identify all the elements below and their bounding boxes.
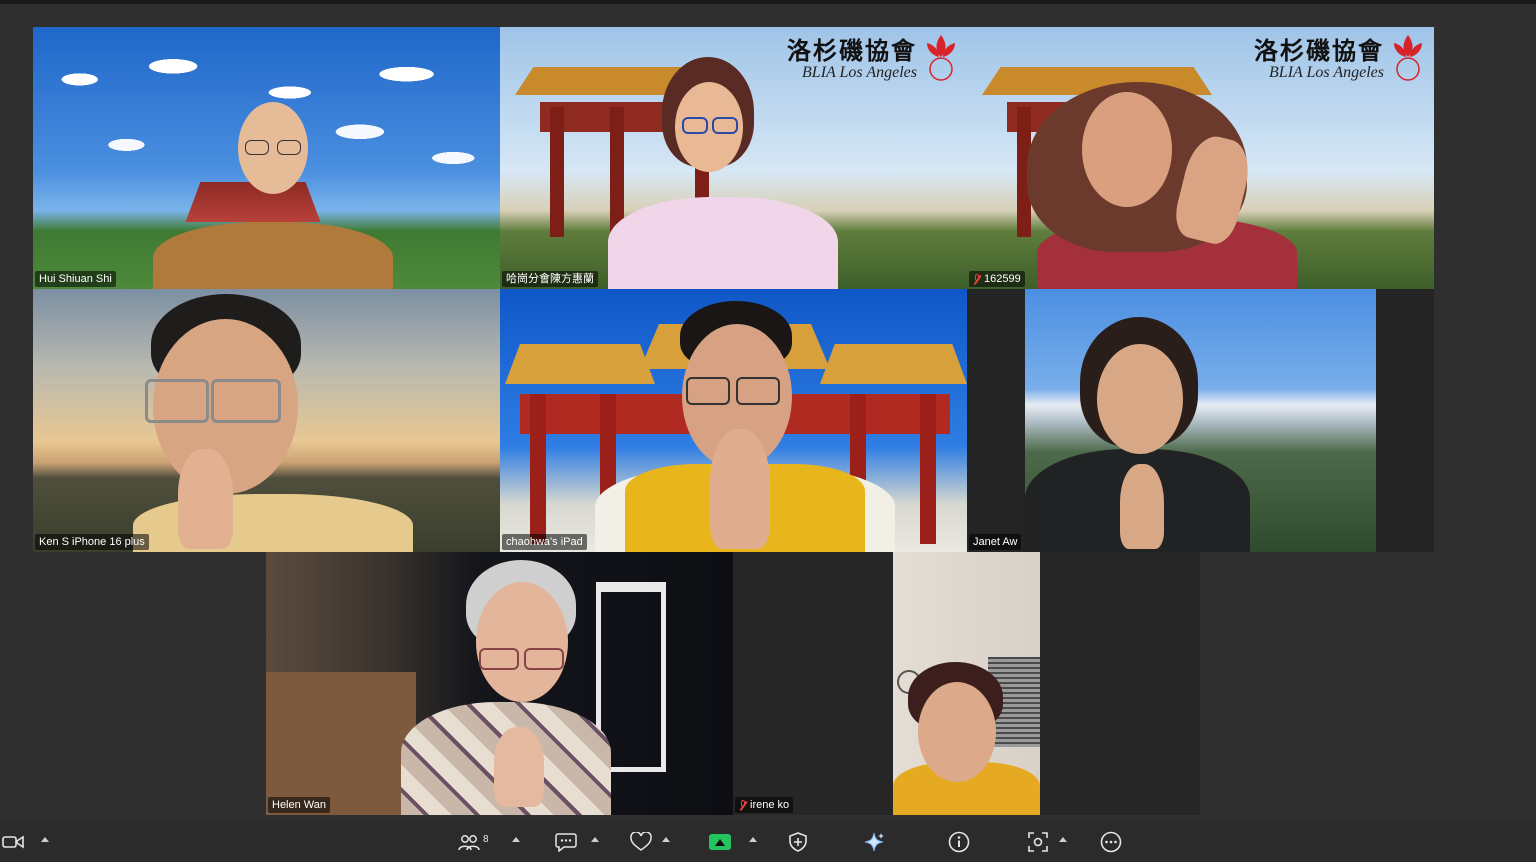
meeting-toolbar: 8 [0,820,1536,862]
eyeglasses-icon [682,117,708,134]
reactions-options-caret[interactable] [662,837,670,842]
mic-muted-icon [739,799,747,811]
video-feed [1025,289,1376,552]
desk [266,672,416,815]
share-options-caret[interactable] [749,837,757,842]
more-icon [1100,831,1122,853]
participant-name-label: Helen Wan [268,797,331,813]
more-button[interactable] [1100,831,1122,853]
blia-watermark: 洛杉磯協會 BLIA Los Angeles [787,31,961,82]
participants-options-caret[interactable] [512,837,520,842]
security-icon [789,832,807,852]
person-head [476,582,568,702]
video-tile-helen-wan[interactable]: Helen Wan [266,552,733,815]
apps-options-caret[interactable] [1059,837,1067,842]
ai-companion-button[interactable] [863,832,885,852]
person-robe [153,222,393,289]
video-options-caret[interactable] [41,837,49,842]
security-button[interactable] [789,832,807,852]
participant-name-label: 哈崗分會陳方惠蘭 [502,271,598,287]
participant-name-label: Ken S iPhone 16 plus [35,534,149,550]
eyeglasses-icon [211,379,281,423]
watermark-english-text: BLIA Los Angeles [1269,64,1384,81]
praying-hands [1120,464,1164,549]
apps-button[interactable] [1027,832,1049,852]
participants-count: 8 [483,833,489,845]
person-head [918,682,996,782]
eyeglasses-icon [686,377,730,405]
participant-name-label: chaohwa's iPad [502,534,587,550]
eyeglasses-icon [479,648,519,670]
praying-hands [710,429,770,549]
participants-button[interactable]: 8 [458,832,489,852]
praying-hands [178,449,233,549]
mic-muted-icon [973,273,981,285]
video-tile-irene-ko[interactable]: irene ko [733,552,1200,815]
react-icon [630,832,652,851]
video-tile-chen-fang-huilan[interactable]: 洛杉磯協會 BLIA Los Angeles 哈崗分會陳方惠蘭 [500,27,967,289]
person-cardigan [608,197,838,289]
video-tile-hui-shiuan-shi[interactable]: Hui Shiuan Shi [33,27,500,289]
person-head [1082,92,1172,207]
reactions-button[interactable] [630,832,652,852]
ai-companion-icon [864,832,884,852]
eyeglasses-icon [277,140,301,155]
lotus-logo-icon [1394,35,1422,81]
watermark-chinese-text: 洛杉磯協會 [1254,36,1384,65]
person-shirt [133,494,413,552]
video-icon [2,835,24,849]
praying-hands [494,727,544,807]
eyeglasses-icon [245,140,269,155]
video-feed [893,552,1040,815]
eyeglasses-icon [524,648,564,670]
video-tile-162599[interactable]: 洛杉磯協會 BLIA Los Angeles 162599 [967,27,1434,289]
video-gallery: Hui Shiuan Shi 洛杉磯協會 BLIA Los Angeles 哈崗… [0,0,1536,820]
share-screen-button[interactable] [709,832,731,852]
chat-button[interactable] [555,832,577,852]
participants-icon [458,835,480,851]
lotus-logo-icon [927,35,955,81]
video-tile-ken-s[interactable]: Ken S iPhone 16 plus [33,289,500,552]
apps-icon [1028,832,1048,852]
watermark-english-text: BLIA Los Angeles [802,64,917,81]
video-tile-janet-aw[interactable]: Janet Aw [967,289,1434,552]
chat-icon [555,833,577,852]
eyeglasses-icon [736,377,780,405]
info-button[interactable] [948,831,970,853]
watermark-chinese-text: 洛杉磯協會 [787,36,917,65]
participant-name-label: Janet Aw [969,534,1022,550]
info-icon [948,831,970,853]
participant-name-label: Hui Shiuan Shi [35,271,116,287]
blia-watermark: 洛杉磯協會 BLIA Los Angeles [1254,31,1428,82]
temple-roof [185,182,321,222]
video-tile-chaohwa-ipad[interactable]: chaohwa's iPad [500,289,967,552]
person-head [1097,344,1183,454]
participant-name-label: 162599 [969,271,1025,287]
eyeglasses-icon [145,379,209,423]
video-button[interactable] [2,832,24,852]
participant-name-label: irene ko [735,797,794,813]
share-screen-icon [709,834,731,850]
eyeglasses-icon [712,117,738,134]
chat-options-caret[interactable] [591,837,599,842]
